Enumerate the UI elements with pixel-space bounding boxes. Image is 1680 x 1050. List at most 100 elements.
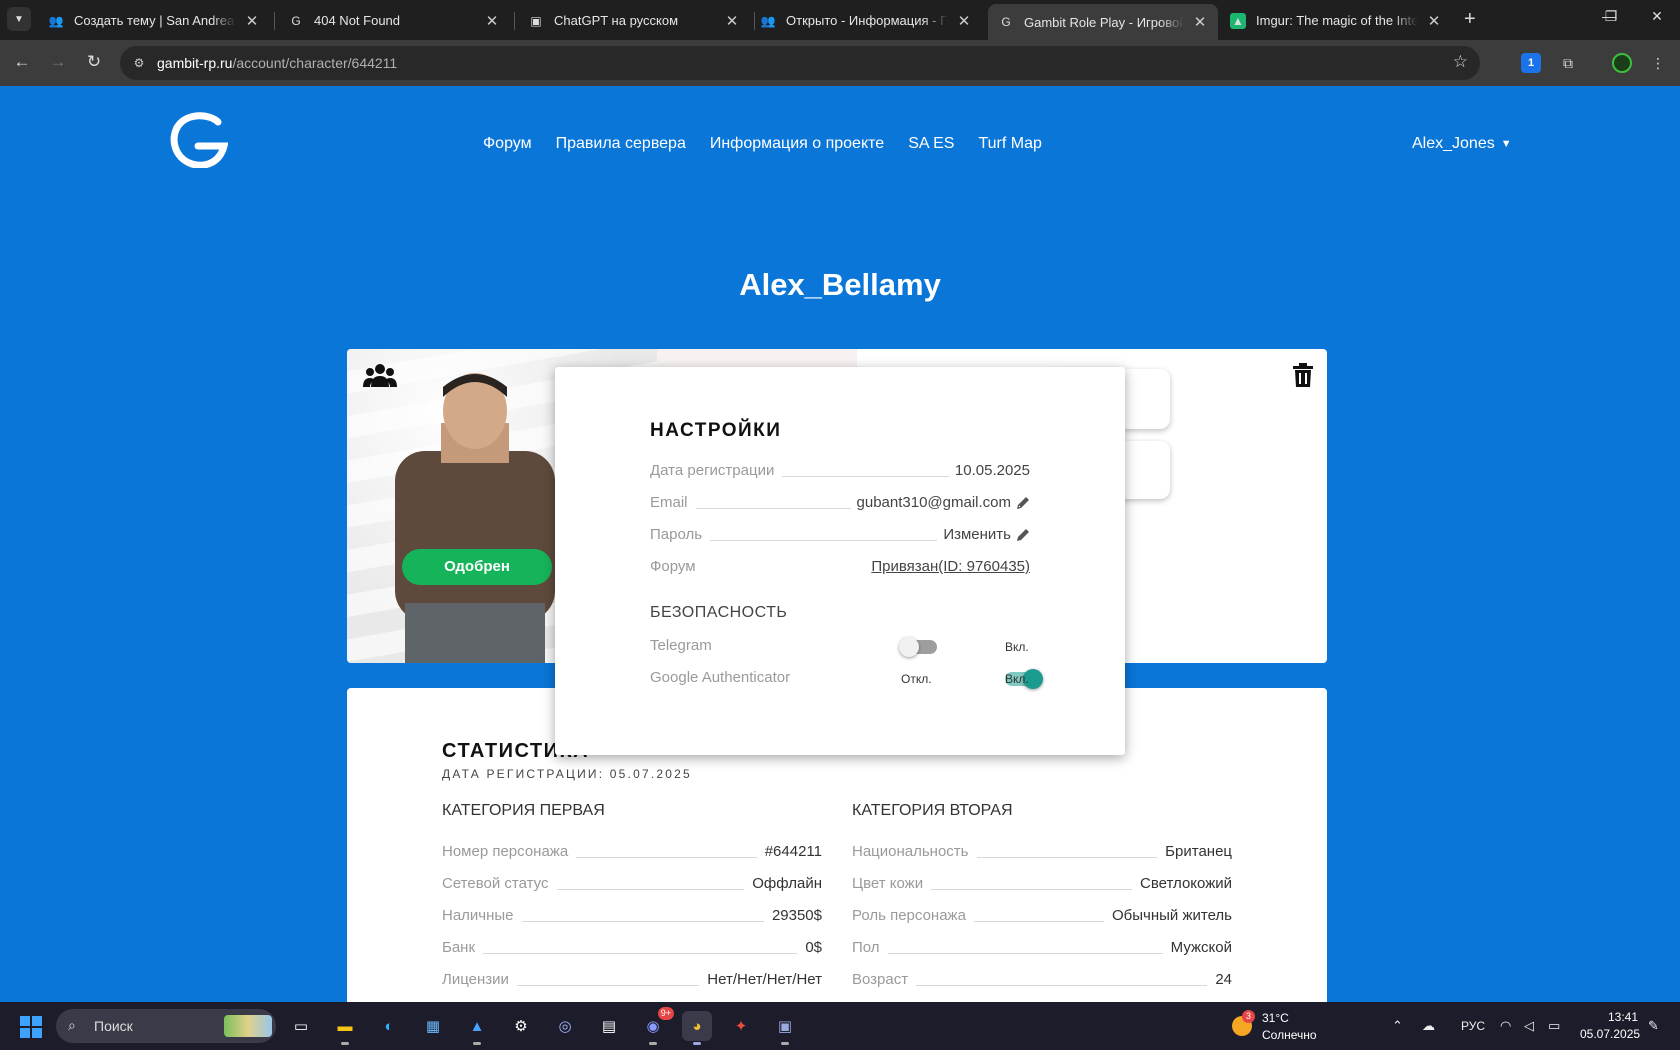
gambit-icon: G [291,13,301,28]
site-nav: Форум Правила сервера Информация о проек… [483,135,1042,153]
running-indicator [693,1042,701,1045]
windows-start-icon[interactable] [20,1016,42,1038]
site-info-icon[interactable]: ⚙ [130,54,148,72]
new-tab-icon[interactable]: + [1464,8,1476,31]
discord-icon[interactable]: ◉ 9+ [638,1007,674,1045]
chrome-icon[interactable]: ◕ [682,1011,712,1045]
tab-title: Imgur: The magic of the Internet [1256,13,1418,28]
trash-icon[interactable] [1293,363,1313,387]
photos-icon[interactable]: ▲ [462,1011,492,1045]
taskbar-clock[interactable]: 13:41 05.07.2025 [1580,1009,1640,1043]
toggle-label: Telegram [650,637,712,654]
close-tab-icon[interactable]: ✕ [1426,12,1442,30]
extensions-puzzle-icon[interactable]: ⧉ [1558,53,1578,73]
leader-line [576,857,757,858]
calculator-icon[interactable]: ▤ [594,1011,624,1041]
leader-line [521,921,764,922]
bitwarden-extension-icon[interactable]: 1 [1521,53,1541,73]
stat-value: 29350$ [771,907,822,924]
stat-row: Цвет кожи Светлокожий [852,872,1232,892]
close-tab-icon[interactable]: ✕ [244,12,260,30]
clock-time: 13:41 [1607,1010,1638,1024]
tab-2[interactable]: ▣ ChatGPT на русском ✕ [518,5,750,36]
close-tab-icon[interactable]: ✕ [724,12,740,30]
tab-title: Открыто - Информация - Пользователи [786,13,948,28]
close-tab-icon[interactable]: ✕ [956,12,972,30]
stat-label: Пол [852,939,880,956]
nav-sa-es[interactable]: SA ES [908,135,954,153]
stat-label: Номер персонажа [442,843,569,860]
telegram-toggle[interactable] [899,637,937,657]
toggle-off-label: Откл. [901,672,932,686]
tab-divider [514,12,515,30]
close-window-icon[interactable]: ✕ [1634,8,1680,25]
running-indicator [649,1042,657,1045]
stat-value: 24 [1215,971,1232,988]
back-icon[interactable]: ← [11,52,33,72]
chevron-up-icon[interactable]: ⌃ [1392,1018,1403,1034]
battery-icon[interactable]: ▭ [1548,1018,1560,1034]
game-launcher-icon[interactable]: ✦ [726,1011,756,1041]
forward-icon[interactable]: → [47,52,69,72]
task-view-icon[interactable]: ▭ [286,1011,316,1041]
forum-linked-link[interactable]: Привязан(ID: 9760435) [871,558,1030,575]
tab-0[interactable]: 👥 Создать тему | San Andreas Emulator ✕ [38,5,270,36]
windows-taskbar: ⌕ Поиск ▭ ▬ ◐ ▦ ▲ ⚙ ◎ ▤ ◉ 9+ ◕ ✦ ▣ 3 31°C… [0,1002,1680,1050]
menu-kebab-icon[interactable]: ⋮ [1648,53,1668,73]
language-indicator[interactable]: РУС [1461,1019,1485,1033]
change-password-label: Изменить [943,526,1011,543]
tab-4-active[interactable]: G Gambit Role Play - Игровой проект ✕ [988,4,1218,40]
settings-row-forum: Форум Привязан(ID: 9760435) [650,555,1030,575]
stat-label: Банк [442,939,476,956]
stat-label: Сетевой статус [442,875,549,892]
category-first-title: КАТЕГОРИЯ ПЕРВАЯ [442,802,605,819]
app-window-icon[interactable]: ▣ [770,1011,800,1045]
tab-divider [274,12,275,30]
url-input[interactable]: ⚙ gambit-rp.ru/account/character/644211 … [120,46,1480,80]
tab-5[interactable]: ▲ Imgur: The magic of the Internet ✕ [1220,5,1452,36]
profile-avatar-icon[interactable] [1612,53,1632,73]
running-indicator [341,1042,349,1045]
restore-icon[interactable]: ❐ [1588,8,1634,25]
running-indicator [473,1042,481,1045]
nav-forum[interactable]: Форум [483,135,532,153]
wifi-icon[interactable]: ◠ [1500,1018,1511,1034]
edge-browser-icon[interactable]: ◐ [374,1011,404,1041]
edit-email-pencil-icon[interactable] [1016,496,1030,510]
browser-tab-bar: ▼ 👥 Создать тему | San Andreas Emulator … [0,0,1680,40]
stat-value: Нет/Нет/Нет/Нет [707,971,822,988]
tab-1[interactable]: G 404 Not Found ✕ [278,5,510,36]
taskbar-search-input[interactable]: ⌕ Поиск [56,1009,276,1043]
steam-icon[interactable]: ⚙ [506,1011,536,1041]
tab-3[interactable]: 👥 Открыто - Информация - Пользователи ✕ [750,5,982,36]
edit-password-pencil-icon[interactable] [1016,528,1030,542]
nav-rules[interactable]: Правила сервера [556,135,686,153]
tab-search-button[interactable]: ▼ [7,7,31,31]
change-password-link[interactable]: Изменить [943,526,1030,543]
close-tab-icon[interactable]: ✕ [1192,13,1208,31]
nav-turf-map[interactable]: Turf Map [978,135,1041,153]
stat-row: Наличные 29350$ [442,904,822,924]
gambit-logo[interactable] [168,112,228,168]
stat-label: Роль персонажа [852,907,966,924]
toggle-row-telegram: Telegram Откл. Вкл. [650,637,1030,657]
toggle-knob [899,637,919,657]
tab-title: Gambit Role Play - Игровой проект [1024,14,1184,30]
stat-row: Возраст 24 [852,968,1232,988]
close-tab-icon[interactable]: ✕ [484,12,500,30]
group-icon[interactable] [363,363,397,387]
reload-icon[interactable]: ↻ [83,52,105,72]
volume-icon[interactable]: ◁ [1524,1018,1534,1034]
file-explorer-icon[interactable]: ▬ [330,1011,360,1045]
leader-line [483,953,798,954]
ms-store-icon[interactable]: ▦ [418,1011,448,1041]
onedrive-cloud-icon[interactable]: ☁ [1422,1018,1435,1034]
notifications-icon[interactable]: ✎ [1648,1018,1659,1034]
settings-value: gubant310@gmail.com [857,494,1030,511]
nav-project-info[interactable]: Информация о проекте [710,135,884,153]
stat-label: Цвет кожи [852,875,924,892]
app-ring-icon[interactable]: ◎ [550,1011,580,1041]
bookmark-star-icon[interactable]: ☆ [1453,52,1468,72]
discord-badge: 9+ [657,1007,674,1020]
user-menu[interactable]: Alex_Jones ▼ [1412,135,1512,153]
